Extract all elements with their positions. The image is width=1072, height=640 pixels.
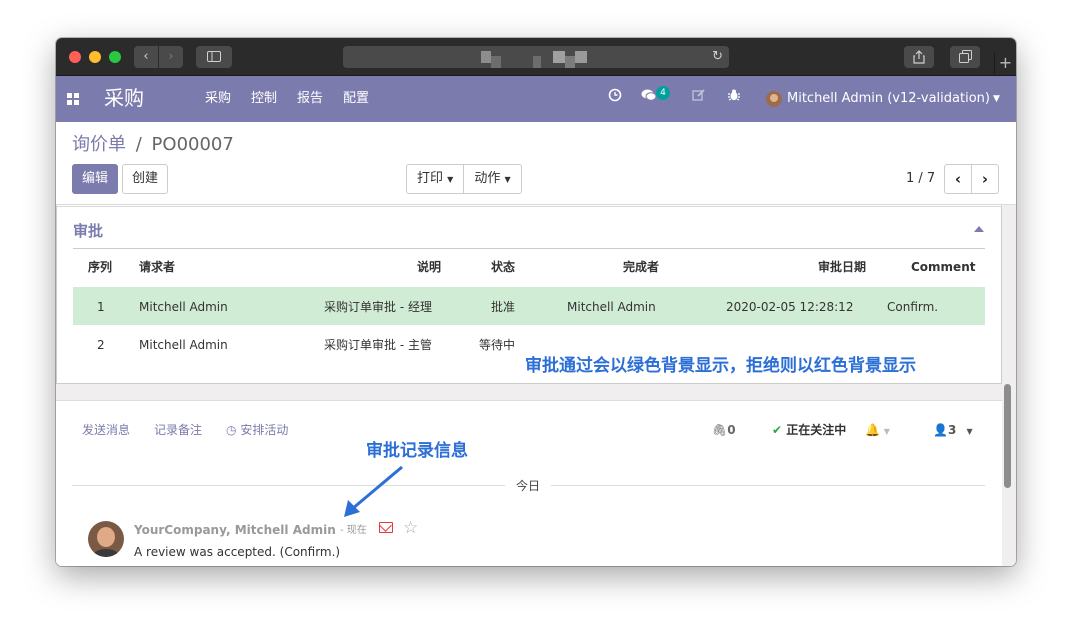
page-scrollbar[interactable] xyxy=(1004,384,1011,488)
browser-window: ‹ › ↻ + 采购 采购 控制 报告 配置 4 Mitchell Admin … xyxy=(56,38,1016,566)
annotation-arrow xyxy=(344,465,403,517)
